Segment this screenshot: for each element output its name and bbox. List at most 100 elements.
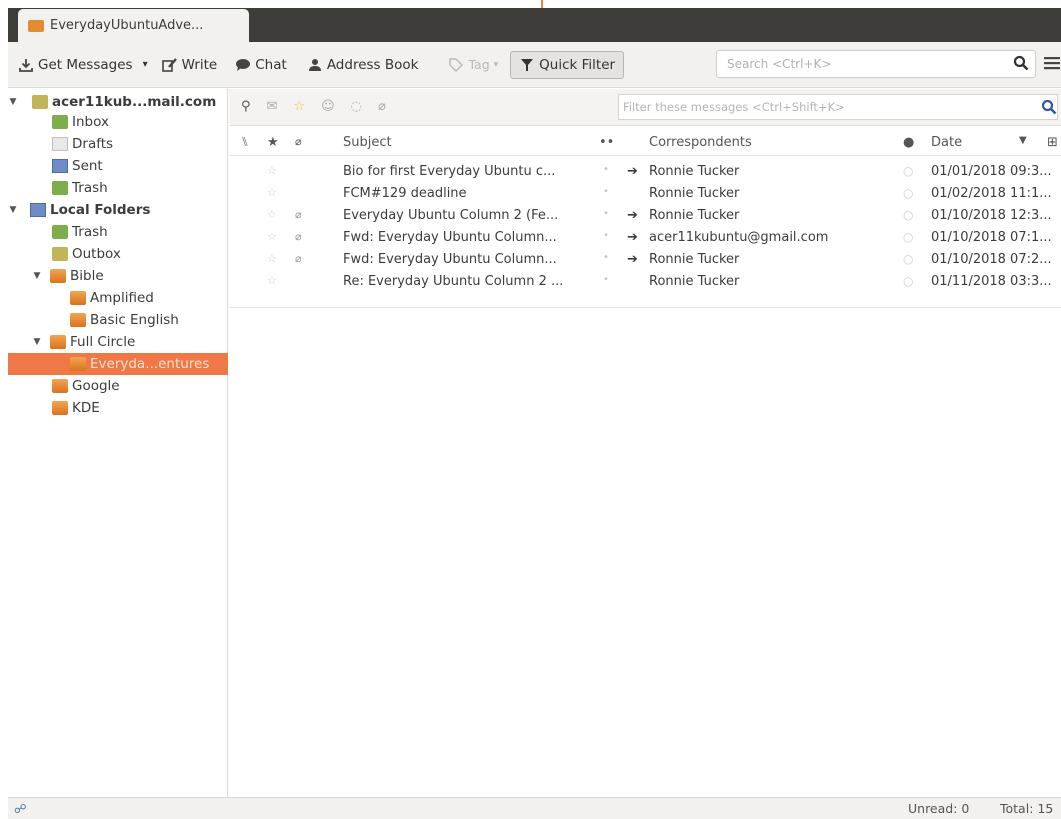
attachment-column-icon[interactable]: ⌀ xyxy=(295,135,302,148)
collapse-arrow-icon[interactable]: ▼ xyxy=(8,97,18,107)
starred-filter-icon[interactable]: ☆ xyxy=(293,99,305,114)
read-status-icon[interactable]: • xyxy=(603,274,609,285)
message-row[interactable]: ☆ ⌀ Everyday Ubuntu Column 2 (Fe... • ➔ … xyxy=(229,205,1061,227)
message-correspondent: Ronnie Tucker xyxy=(649,208,740,223)
get-messages-dropdown[interactable]: ▾ xyxy=(143,51,148,79)
quick-filter-button[interactable]: Quick Filter xyxy=(510,50,625,79)
funnel-icon xyxy=(519,57,535,73)
date-column-header[interactable]: Date xyxy=(931,135,962,150)
star-icon[interactable]: ☆ xyxy=(267,274,277,287)
tag-label: Tag xyxy=(468,57,490,72)
read-status-icon[interactable]: • xyxy=(603,252,609,263)
tag-filter-icon[interactable]: ◌ xyxy=(351,99,362,114)
message-row[interactable]: ☆ ⌀ Fwd: Everyday Ubuntu Column... • ➔ R… xyxy=(229,249,1061,271)
message-row[interactable]: ☆ Bio for first Everyday Ubuntu c... • ➔… xyxy=(229,161,1061,183)
star-column-icon[interactable]: ★ xyxy=(267,135,279,150)
read-status-icon[interactable]: • xyxy=(603,186,609,197)
contact-filter-icon[interactable]: ☺ xyxy=(321,99,335,114)
trash-icon xyxy=(52,181,68,195)
folder-basic-english[interactable]: Basic English xyxy=(8,309,228,331)
column-picker-icon[interactable]: ⊞ xyxy=(1047,135,1058,150)
outbox-icon xyxy=(52,247,68,261)
read-status-icon[interactable]: • xyxy=(603,164,609,175)
read-column-icon[interactable]: •• xyxy=(599,135,614,150)
chat-label: Chat xyxy=(255,56,287,73)
junk-status-icon[interactable]: ○ xyxy=(903,164,913,178)
get-messages-button[interactable]: Get Messages xyxy=(18,51,133,79)
star-icon[interactable]: ☆ xyxy=(267,252,277,265)
chat-button[interactable]: Chat xyxy=(235,51,287,79)
message-subject: Bio for first Everyday Ubuntu c... xyxy=(343,164,556,179)
junk-status-icon[interactable]: ○ xyxy=(903,274,913,288)
collapse-arrow-icon[interactable]: ▼ xyxy=(8,205,18,215)
hamburger-menu-icon[interactable] xyxy=(1044,56,1060,74)
star-icon[interactable]: ☆ xyxy=(267,186,277,199)
search-icon xyxy=(1041,99,1057,118)
message-row[interactable]: ☆ ⌀ Fwd: Everyday Ubuntu Column... • ➔ a… xyxy=(229,227,1061,249)
folder-trash[interactable]: Trash xyxy=(8,177,228,199)
junk-column-icon[interactable]: ● xyxy=(903,135,914,150)
folder-label: Everyda...entures xyxy=(90,356,210,372)
message-subject: Fwd: Everyday Ubuntu Column... xyxy=(343,230,557,245)
message-date: 01/11/2018 03:3... xyxy=(931,274,1052,289)
message-date: 01/02/2018 11:1... xyxy=(931,186,1052,201)
collapse-arrow-icon[interactable]: ▼ xyxy=(32,337,42,347)
search-input[interactable]: Search <Ctrl+K> xyxy=(716,50,1036,78)
message-row[interactable]: ☆ Re: Everyday Ubuntu Column 2 ... • Ron… xyxy=(229,271,1061,293)
sort-descending-icon[interactable]: ▼ xyxy=(1019,135,1027,146)
subject-column-header[interactable]: Subject xyxy=(343,135,392,150)
folder-label: Bible xyxy=(70,268,104,284)
replied-arrow-icon: ➔ xyxy=(627,252,638,267)
folder-label: Full Circle xyxy=(70,334,136,350)
folder-label: Sent xyxy=(72,158,103,174)
message-correspondent: acer11kubuntu@gmail.com xyxy=(649,230,829,245)
folder-kde[interactable]: KDE xyxy=(8,397,228,419)
folder-label: Trash xyxy=(72,224,108,240)
pin-icon[interactable]: ⚲ xyxy=(241,99,251,114)
unread-filter-icon[interactable]: ✉ xyxy=(267,99,278,114)
message-column-headers: ⑊ ★ ⌀ Subject •• Correspondents ● Date ▼… xyxy=(229,130,1061,156)
folder-account[interactable]: ▼ acer11kub...mail.com xyxy=(8,91,228,113)
folder-google[interactable]: Google xyxy=(8,375,228,397)
junk-status-icon[interactable]: ○ xyxy=(903,186,913,200)
chat-icon xyxy=(235,57,251,73)
star-icon[interactable]: ☆ xyxy=(267,164,277,177)
replied-arrow-icon: ➔ xyxy=(627,208,638,223)
folder-local-trash[interactable]: Trash xyxy=(8,221,228,243)
quick-filter-label: Quick Filter xyxy=(539,56,616,73)
folder-everyday-adventures[interactable]: Everyda...entures xyxy=(8,353,228,375)
correspondents-column-header[interactable]: Correspondents xyxy=(649,135,752,150)
message-date: 01/01/2018 09:3... xyxy=(931,164,1052,179)
folder-full-circle[interactable]: ▼ Full Circle xyxy=(8,331,228,353)
star-icon[interactable]: ☆ xyxy=(267,230,277,243)
star-icon[interactable]: ☆ xyxy=(267,208,277,221)
folder-inbox[interactable]: Inbox xyxy=(8,111,228,133)
junk-status-icon[interactable]: ○ xyxy=(903,208,913,222)
message-correspondent: Ronnie Tucker xyxy=(649,164,740,179)
tab-folder[interactable]: EverydayUbuntuAdve... xyxy=(18,9,249,42)
read-status-icon[interactable]: • xyxy=(603,208,609,219)
junk-status-icon[interactable]: ○ xyxy=(903,252,913,266)
collapse-arrow-icon[interactable]: ▼ xyxy=(32,271,42,281)
replied-arrow-icon: ➔ xyxy=(627,164,638,179)
junk-status-icon[interactable]: ○ xyxy=(903,230,913,244)
folder-bible[interactable]: ▼ Bible xyxy=(8,265,228,287)
filter-messages-input[interactable]: Filter these messages <Ctrl+Shift+K> xyxy=(618,94,1058,120)
message-row[interactable]: ☆ FCM#129 deadline • Ronnie Tucker ○ 01/… xyxy=(229,183,1061,205)
unread-count: Unread: 0 xyxy=(908,801,970,816)
folder-sent[interactable]: Sent xyxy=(8,155,228,177)
address-book-button[interactable]: Address Book xyxy=(307,51,418,79)
message-date: 01/10/2018 07:2... xyxy=(931,252,1052,267)
online-status-icon[interactable]: ☍ xyxy=(14,801,27,816)
thread-column-icon[interactable]: ⑊ xyxy=(241,135,249,150)
search-icon[interactable] xyxy=(1013,55,1029,74)
read-status-icon[interactable]: • xyxy=(603,230,609,241)
tag-button[interactable]: Tag ▾ xyxy=(448,51,498,79)
folder-outbox[interactable]: Outbox xyxy=(8,243,228,265)
write-button[interactable]: Write xyxy=(161,51,217,79)
folder-amplified[interactable]: Amplified xyxy=(8,287,228,309)
folder-local-folders[interactable]: ▼ Local Folders xyxy=(8,199,228,221)
message-correspondent: Ronnie Tucker xyxy=(649,186,740,201)
attachment-filter-icon[interactable]: ⌀ xyxy=(378,99,386,114)
folder-drafts[interactable]: Drafts xyxy=(8,133,228,155)
